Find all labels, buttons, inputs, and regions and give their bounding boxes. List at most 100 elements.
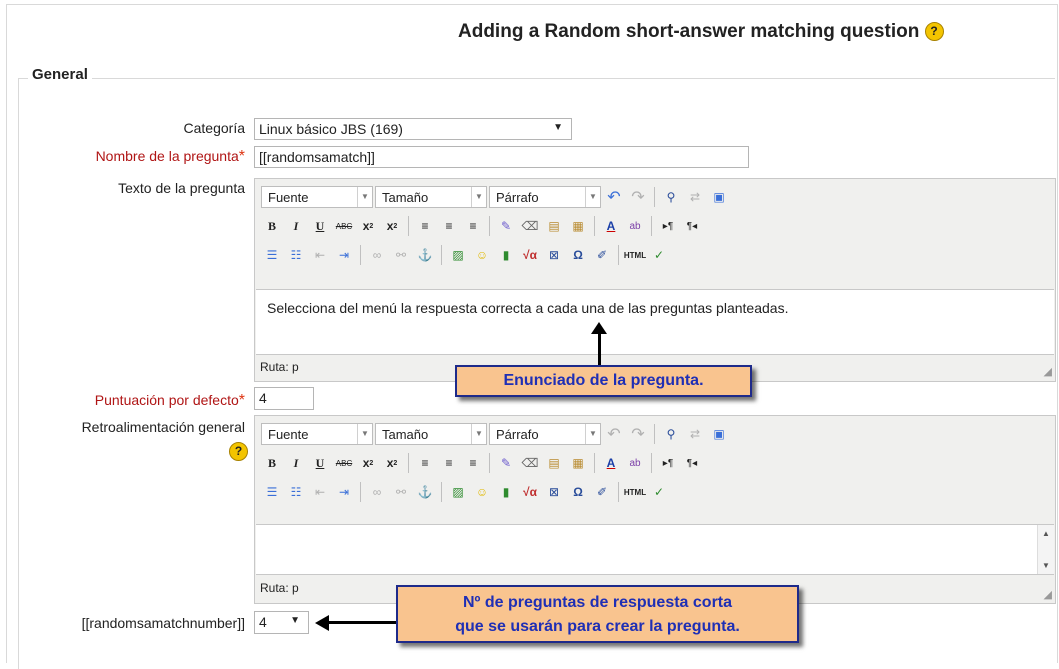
numbered-list-icon[interactable]: ☷: [285, 244, 307, 266]
redo-icon[interactable]: ↷: [627, 186, 649, 208]
underline-icon[interactable]: U: [309, 452, 331, 474]
bold-icon[interactable]: B: [261, 452, 283, 474]
strikethrough-icon[interactable]: ABC: [333, 215, 355, 237]
numbered-list-icon[interactable]: ☷: [285, 481, 307, 503]
edit-icon[interactable]: ✐: [591, 244, 613, 266]
scrollbar[interactable]: ▲ ▼: [1037, 525, 1054, 574]
emoticon-icon[interactable]: ☺: [471, 481, 493, 503]
annotation-callout-statement: Enunciado de la pregunta.: [455, 365, 752, 397]
html-icon[interactable]: HTML: [624, 481, 646, 503]
font-dropdown[interactable]: Fuente ▼: [261, 186, 373, 208]
unlink-icon[interactable]: ⚯: [390, 481, 412, 503]
replace-icon[interactable]: ⇄: [684, 186, 706, 208]
align-center-icon[interactable]: ≡: [438, 215, 460, 237]
strikethrough-icon[interactable]: ABC: [333, 452, 355, 474]
html-icon[interactable]: HTML: [624, 244, 646, 266]
resize-handle-icon[interactable]: ◢: [1044, 365, 1052, 378]
category-select[interactable]: Linux básico JBS (169) ▼: [254, 118, 572, 140]
omega-icon[interactable]: Ω: [567, 244, 589, 266]
size-dropdown[interactable]: Tamaño ▼: [375, 186, 487, 208]
scroll-down-icon[interactable]: ▼: [1042, 561, 1050, 570]
toolbar-row-2: B I U ABC x2 x2 ≡ ≡ ≡ ✎ ⌫ ▤ ▦ A ab ▸¶ ¶◂: [261, 450, 703, 476]
text-color-icon[interactable]: A: [600, 215, 622, 237]
math-icon[interactable]: √α: [519, 481, 541, 503]
bold-icon[interactable]: B: [261, 215, 283, 237]
format-dropdown[interactable]: Párrafo ▼: [489, 186, 601, 208]
paste-text-icon[interactable]: ▤: [543, 452, 565, 474]
edit-icon[interactable]: ✐: [591, 481, 613, 503]
math-icon[interactable]: √α: [519, 244, 541, 266]
italic-icon[interactable]: I: [285, 215, 307, 237]
redo-icon[interactable]: ↷: [627, 423, 649, 445]
align-left-icon[interactable]: ≡: [414, 452, 436, 474]
image-icon[interactable]: ▨: [447, 244, 469, 266]
outdent-icon[interactable]: ⇤: [309, 244, 331, 266]
paste-word-icon[interactable]: ▦: [567, 215, 589, 237]
paste-word-icon[interactable]: ▦: [567, 452, 589, 474]
find-icon[interactable]: ⚲: [660, 186, 682, 208]
highlight-icon[interactable]: ab: [624, 452, 646, 474]
clean-icon[interactable]: ✎: [495, 215, 517, 237]
anchor-icon[interactable]: ⚓: [414, 244, 436, 266]
resize-handle-icon[interactable]: ◢: [1044, 588, 1052, 601]
size-dropdown[interactable]: Tamaño ▼: [375, 423, 487, 445]
paste-text-icon[interactable]: ▤: [543, 215, 565, 237]
highlight-icon[interactable]: ab: [624, 215, 646, 237]
subscript-icon[interactable]: x2: [357, 452, 379, 474]
scroll-up-icon[interactable]: ▲: [1042, 529, 1050, 538]
general-feedback-area[interactable]: ▲ ▼: [256, 524, 1054, 575]
omega-icon[interactable]: Ω: [567, 481, 589, 503]
question-text-area[interactable]: Selecciona del menú la respuesta correct…: [256, 289, 1054, 355]
unlink-icon[interactable]: ⚯: [390, 244, 412, 266]
align-right-icon[interactable]: ≡: [462, 452, 484, 474]
link-icon[interactable]: ∞: [366, 244, 388, 266]
help-icon[interactable]: ?: [924, 22, 944, 42]
indent-icon[interactable]: ⇥: [333, 481, 355, 503]
link-icon[interactable]: ∞: [366, 481, 388, 503]
find-icon[interactable]: ⚲: [660, 423, 682, 445]
replace-icon[interactable]: ⇄: [684, 423, 706, 445]
align-left-icon[interactable]: ≡: [414, 215, 436, 237]
clean-icon[interactable]: ✎: [495, 452, 517, 474]
eraser-icon[interactable]: ⌫: [519, 452, 541, 474]
indent-icon[interactable]: ⇥: [333, 244, 355, 266]
text-color-icon[interactable]: A: [600, 452, 622, 474]
rtl-icon[interactable]: ¶◂: [681, 215, 703, 237]
subscript-icon[interactable]: x2: [357, 215, 379, 237]
ltr-icon[interactable]: ▸¶: [657, 452, 679, 474]
rtl-icon[interactable]: ¶◂: [681, 452, 703, 474]
media-icon[interactable]: ▮: [495, 244, 517, 266]
default-grade-input[interactable]: 4: [254, 387, 314, 410]
chevron-down-icon: ▼: [357, 424, 372, 444]
align-right-icon[interactable]: ≡: [462, 215, 484, 237]
anchor-icon[interactable]: ⚓: [414, 481, 436, 503]
spellcheck-icon[interactable]: ✓: [648, 244, 670, 266]
undo-icon[interactable]: ↶: [603, 423, 625, 445]
choose-number-select[interactable]: 4 ▼: [254, 611, 309, 634]
outdent-icon[interactable]: ⇤: [309, 481, 331, 503]
ltr-icon[interactable]: ▸¶: [657, 215, 679, 237]
fullscreen-icon[interactable]: ▣: [708, 423, 730, 445]
name-input[interactable]: [[randomsamatch]]: [254, 146, 749, 168]
fullscreen-icon[interactable]: ▣: [708, 186, 730, 208]
eraser-icon[interactable]: ⌫: [519, 215, 541, 237]
general-feedback-editor: Fuente ▼ Tamaño ▼ Párrafo ▼ ↶ ↷ ⚲ ⇄ ▣ B I U…: [254, 415, 1056, 604]
media-icon[interactable]: ▮: [495, 481, 517, 503]
align-center-icon[interactable]: ≡: [438, 452, 460, 474]
superscript-icon[interactable]: x2: [381, 452, 403, 474]
italic-icon[interactable]: I: [285, 452, 307, 474]
required-icon: *: [238, 392, 245, 409]
superscript-icon[interactable]: x2: [381, 215, 403, 237]
nolink-icon[interactable]: ⊠: [543, 481, 565, 503]
image-icon[interactable]: ▨: [447, 481, 469, 503]
help-icon[interactable]: ?: [229, 442, 248, 461]
bullet-list-icon[interactable]: ☰: [261, 244, 283, 266]
emoticon-icon[interactable]: ☺: [471, 244, 493, 266]
underline-icon[interactable]: U: [309, 215, 331, 237]
undo-icon[interactable]: ↶: [603, 186, 625, 208]
nolink-icon[interactable]: ⊠: [543, 244, 565, 266]
font-dropdown[interactable]: Fuente ▼: [261, 423, 373, 445]
bullet-list-icon[interactable]: ☰: [261, 481, 283, 503]
spellcheck-icon[interactable]: ✓: [648, 481, 670, 503]
format-dropdown[interactable]: Párrafo ▼: [489, 423, 601, 445]
